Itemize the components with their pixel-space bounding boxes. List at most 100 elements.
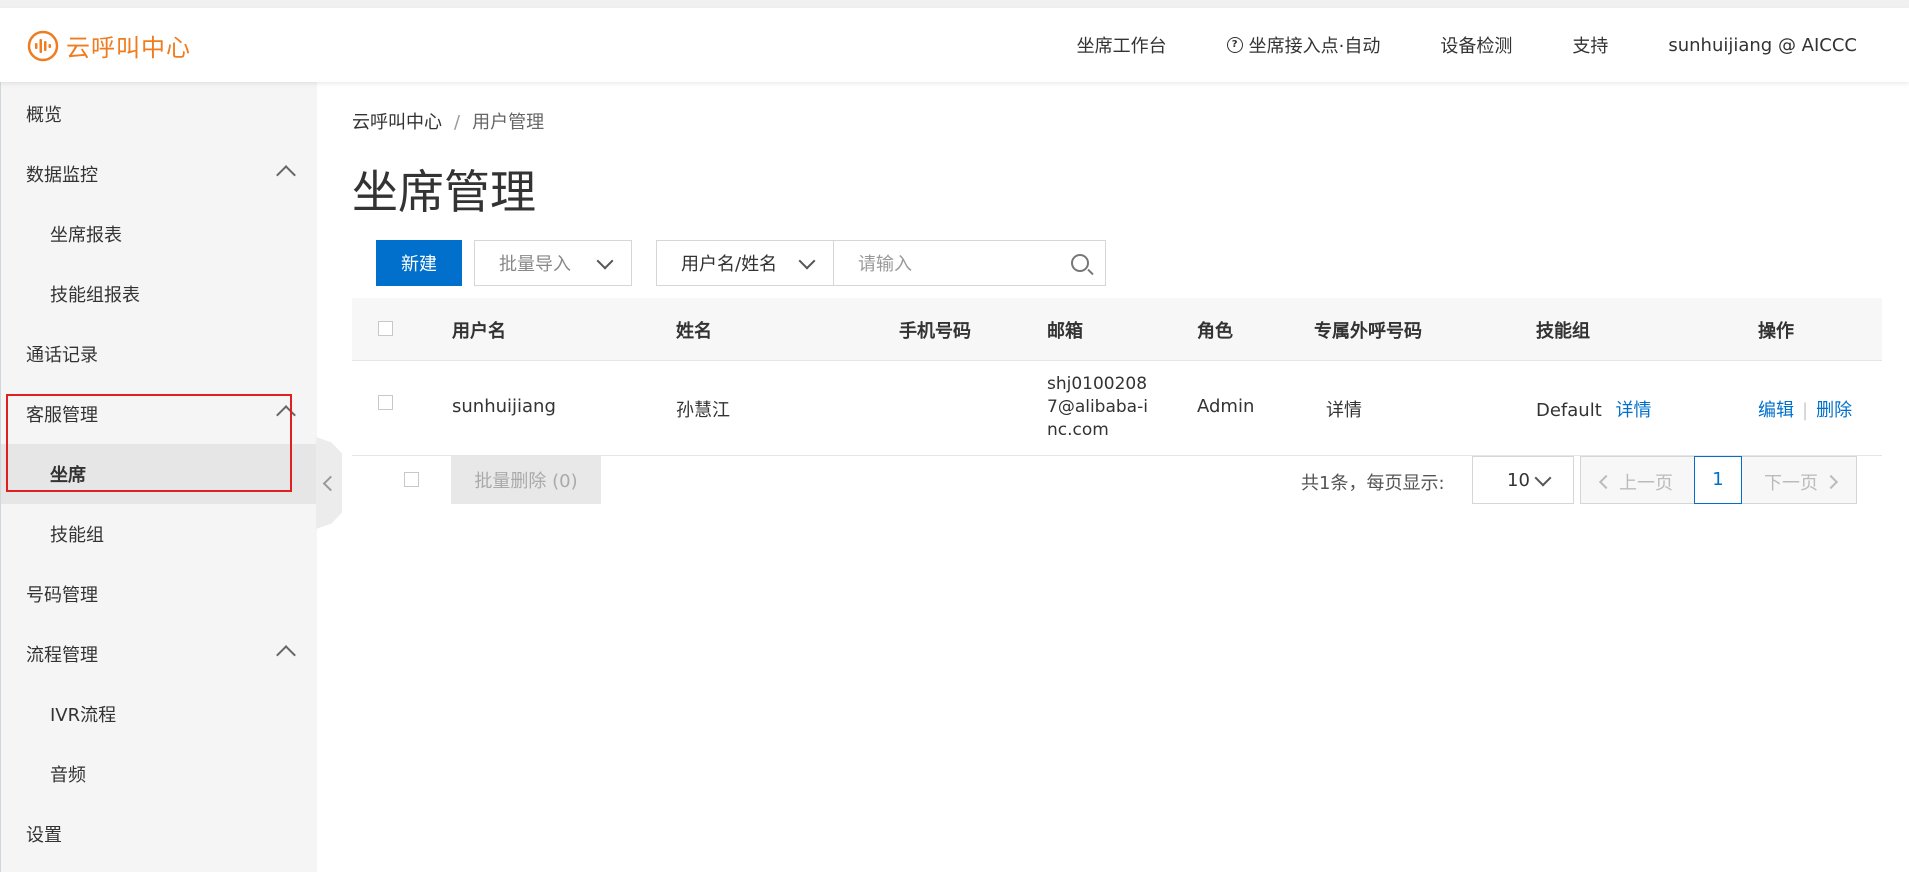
sidebar-item-label: 音频: [50, 765, 86, 786]
sidebar-item-call-records[interactable]: 通话记录: [1, 324, 317, 384]
chevron-up-icon: [276, 645, 296, 665]
nav-device-check[interactable]: 设备检测: [1440, 32, 1512, 58]
cell-role: Admin: [1197, 396, 1255, 417]
column-header-actions: 操作: [1758, 321, 1794, 342]
cell-username: sunhuijiang: [452, 396, 556, 417]
sidebar: 概览 数据监控 坐席报表 技能组报表 通话记录 客服管理 坐席 技能组 号码管理…: [0, 82, 317, 872]
sidebar-item-label: 设置: [26, 825, 62, 846]
row-checkbox[interactable]: [378, 395, 393, 410]
outbound-details-link[interactable]: 详情: [1326, 396, 1362, 422]
footer-select-all-checkbox[interactable]: [404, 472, 419, 487]
sidebar-item-data-monitor[interactable]: 数据监控: [1, 144, 317, 204]
sidebar-item-flow-management[interactable]: 流程管理: [1, 624, 317, 684]
top-header: 云呼叫中心 坐席工作台 ? 坐席接入点·自动 设备检测 支持 sunhuijia…: [0, 8, 1909, 82]
sidebar-item-agents[interactable]: 坐席: [1, 444, 317, 504]
search-field-select[interactable]: 用户名/姓名: [656, 240, 834, 286]
sidebar-item-customer-service[interactable]: 客服管理: [1, 384, 317, 444]
chevron-up-icon: [276, 165, 296, 185]
table-row: sunhuijiang 孙慧江 shj01002087@alibaba-inc.…: [352, 361, 1882, 456]
breadcrumb-current: 用户管理: [472, 112, 545, 133]
chevron-left-icon: [1598, 474, 1614, 490]
prev-page-label: 上一页: [1619, 473, 1673, 494]
search-icon[interactable]: [1071, 254, 1089, 272]
sidebar-item-label: 坐席报表: [50, 225, 122, 246]
breadcrumb-root[interactable]: 云呼叫中心: [352, 112, 442, 133]
help-circle-icon: ?: [1226, 37, 1243, 53]
sidebar-item-label: 技能组报表: [50, 285, 140, 306]
total-count: 共1条，每页显示:: [1301, 473, 1445, 494]
edit-link[interactable]: 编辑: [1758, 400, 1794, 421]
prev-page-button[interactable]: 上一页: [1598, 469, 1673, 495]
logo[interactable]: 云呼叫中心: [26, 28, 191, 63]
nav-label: 坐席接入点·自动: [1248, 36, 1381, 57]
sidebar-item-skill-group-report[interactable]: 技能组报表: [1, 264, 317, 324]
sidebar-item-number-management[interactable]: 号码管理: [1, 564, 317, 624]
page-title: 坐席管理: [352, 165, 536, 219]
sidebar-item-label: 客服管理: [26, 405, 98, 426]
batch-import-label: 批量导入: [499, 254, 571, 275]
search-input[interactable]: [834, 241, 1080, 287]
batch-import-dropdown[interactable]: 批量导入: [474, 240, 632, 286]
sidebar-item-agent-report[interactable]: 坐席报表: [1, 204, 317, 264]
sidebar-item-label: 概览: [26, 105, 62, 126]
cell-name: 孙慧江: [676, 400, 730, 421]
sidebar-item-label: 技能组: [50, 525, 104, 546]
chevron-up-icon: [276, 405, 296, 425]
chevron-right-icon: [1823, 474, 1839, 490]
logo-text: 云呼叫中心: [66, 34, 191, 62]
sidebar-item-label: 通话记录: [26, 345, 98, 366]
sidebar-item-label: 坐席: [50, 465, 86, 486]
nav-user-account[interactable]: sunhuijiang @ AICCC: [1668, 35, 1857, 56]
page-size-select[interactable]: 10: [1472, 456, 1574, 504]
agents-table: 用户名 姓名 手机号码 邮箱 角色 专属外呼号码 技能组 操作 sunhuiji…: [352, 298, 1882, 456]
sidebar-item-overview[interactable]: 概览: [1, 84, 317, 144]
column-header-role[interactable]: 角色: [1197, 317, 1233, 343]
new-button[interactable]: 新建: [376, 240, 462, 286]
next-page-label: 下一页: [1764, 473, 1818, 494]
page-size-value: 10: [1507, 469, 1530, 491]
pagination: 上一页 1 下一页: [1580, 456, 1857, 504]
cell-actions: 编辑 | 删除: [1758, 396, 1852, 422]
column-header-skill-group[interactable]: 技能组: [1536, 317, 1590, 343]
column-header-username[interactable]: 用户名: [452, 317, 506, 343]
sidebar-collapse-handle[interactable]: [316, 437, 342, 529]
sidebar-item-label: IVR流程: [50, 705, 117, 726]
column-header-phone[interactable]: 手机号码: [899, 317, 971, 343]
sound-wave-icon: [27, 30, 59, 61]
nav-label: 坐席工作台: [1076, 36, 1167, 57]
column-header-email[interactable]: 邮箱: [1047, 317, 1083, 343]
table-footer: 批量删除 (0) 共1条，每页显示: 10 上一页 1 下一页: [352, 456, 1882, 504]
cell-skill-group: Default 详情: [1536, 396, 1652, 422]
chevron-down-icon: [798, 252, 816, 270]
chevron-down-icon: [1534, 469, 1552, 487]
nav-label: 支持: [1572, 36, 1609, 57]
page-number-current[interactable]: 1: [1694, 456, 1742, 504]
cell-email: shj01002087@alibaba-inc.com: [1047, 374, 1148, 440]
toolbar: 新建 批量导入 用户名/姓名: [376, 240, 1106, 287]
skill-group-details-link[interactable]: 详情: [1616, 400, 1652, 421]
sidebar-item-audio[interactable]: 音频: [1, 744, 317, 804]
breadcrumb: 云呼叫中心 / 用户管理: [352, 108, 544, 134]
breadcrumb-separator: /: [454, 112, 461, 133]
top-nav: 坐席工作台 ? 坐席接入点·自动 设备检测 支持 sunhuijiang @ A…: [1017, 8, 1909, 82]
nav-agent-workbench[interactable]: 坐席工作台: [1077, 32, 1167, 58]
sidebar-item-label: 号码管理: [26, 585, 98, 606]
delete-link[interactable]: 删除: [1816, 400, 1852, 421]
nav-support[interactable]: 支持: [1572, 32, 1608, 58]
nav-label: sunhuijiang @ AICCC: [1668, 34, 1857, 56]
sidebar-item-label: 流程管理: [26, 645, 98, 666]
sidebar-item-label: 数据监控: [26, 165, 98, 186]
chevron-down-icon: [596, 252, 614, 270]
action-separator: |: [1802, 400, 1809, 421]
next-page-button[interactable]: 下一页: [1764, 469, 1839, 495]
sidebar-item-skill-groups[interactable]: 技能组: [1, 504, 317, 564]
sidebar-item-ivr-flow[interactable]: IVR流程: [1, 684, 317, 744]
batch-delete-button[interactable]: 批量删除 (0): [451, 456, 601, 504]
table-header: 用户名 姓名 手机号码 邮箱 角色 专属外呼号码 技能组 操作: [352, 298, 1882, 361]
nav-agent-access-point[interactable]: ? 坐席接入点·自动: [1226, 32, 1381, 58]
column-header-name[interactable]: 姓名: [676, 317, 712, 343]
sidebar-item-settings[interactable]: 设置: [1, 804, 317, 864]
column-header-outbound-number[interactable]: 专属外呼号码: [1314, 317, 1422, 343]
select-all-checkbox[interactable]: [378, 321, 393, 336]
search-field-label: 用户名/姓名: [681, 254, 778, 275]
